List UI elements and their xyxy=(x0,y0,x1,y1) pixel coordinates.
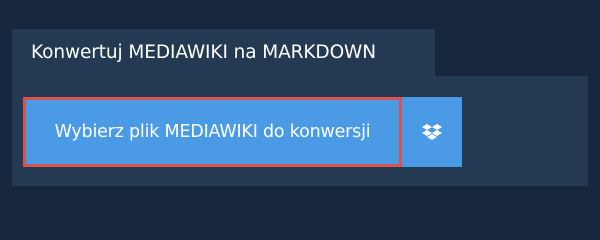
choose-file-button[interactable]: Wybierz plik MEDIAWIKI do konwersji xyxy=(23,97,402,167)
dropbox-icon xyxy=(422,124,442,140)
page-title: Konwertuj MEDIAWIKI na MARKDOWN xyxy=(31,42,376,63)
dropbox-button[interactable] xyxy=(402,97,462,167)
choose-file-button-label: Wybierz plik MEDIAWIKI do konwersji xyxy=(54,122,371,142)
converter-title-tab: Konwertuj MEDIAWIKI na MARKDOWN xyxy=(12,29,435,76)
